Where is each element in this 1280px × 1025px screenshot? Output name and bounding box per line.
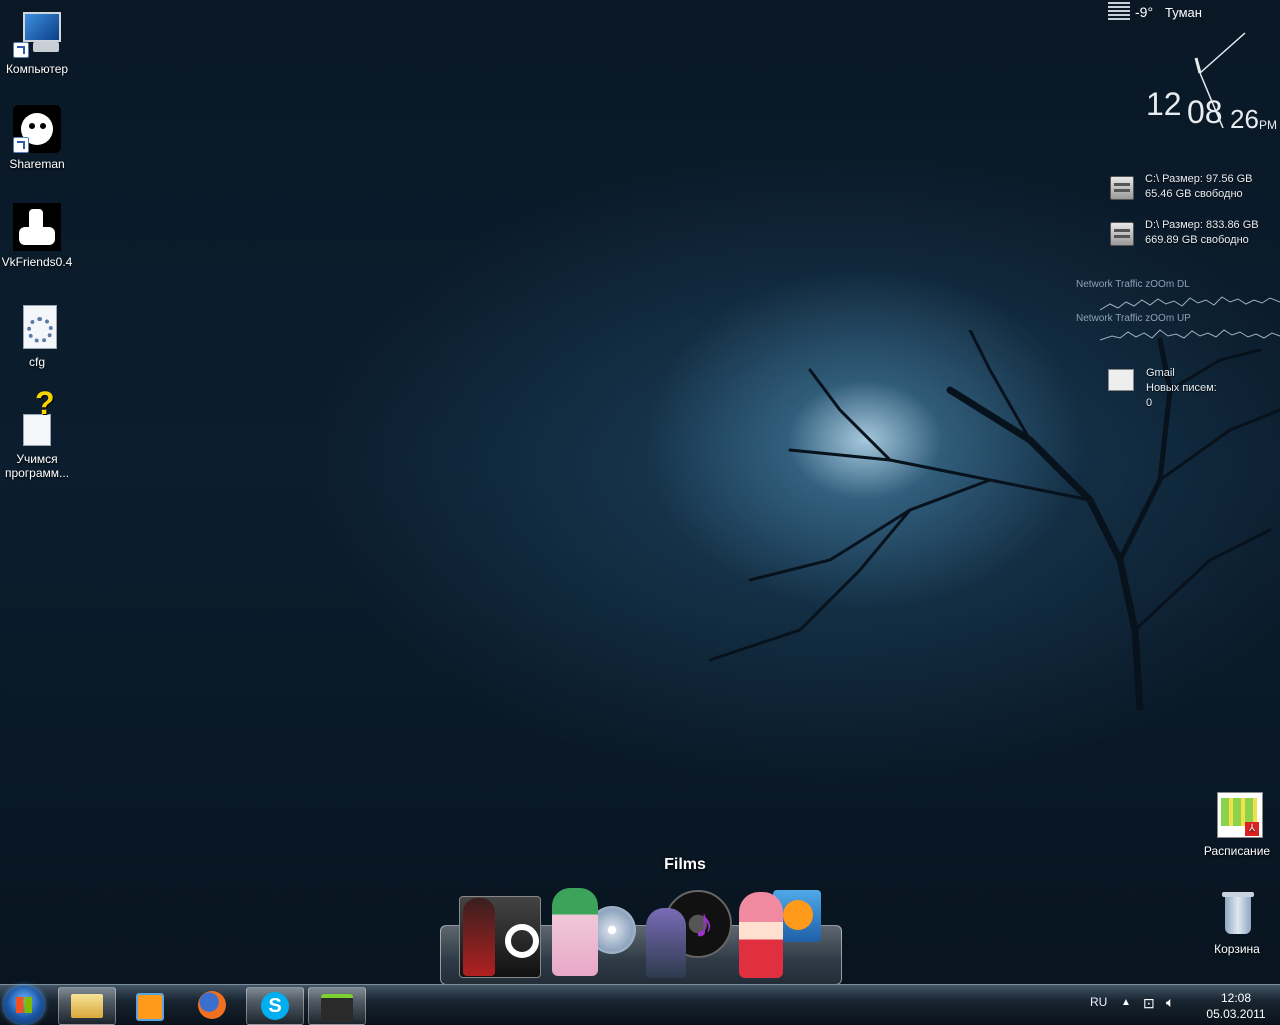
gmail-label: Новых писем: — [1146, 382, 1217, 394]
media-player-icon — [136, 993, 164, 1021]
desktop-icon-label: Расписание — [1203, 844, 1271, 858]
shareman-icon — [13, 105, 61, 153]
clock-gadget[interactable]: 12 08 26 PM — [1140, 28, 1280, 138]
desktop-icon-label: Учимся программ... — [4, 452, 70, 480]
tray-time: 12:08 — [1220, 991, 1252, 1005]
computer-icon — [13, 10, 61, 58]
desktop-icon-help-file[interactable]: ? Учимся программ... — [0, 387, 74, 480]
skype-icon: S — [261, 992, 289, 1020]
desktop-icon-computer[interactable]: Компьютер — [0, 10, 74, 76]
start-button[interactable] — [4, 986, 44, 1024]
drive-d-size: D:\ Размер: 833.86 GB — [1145, 219, 1259, 231]
gmail-count: 0 — [1146, 397, 1153, 409]
desktop-icon-label: Shareman — [9, 157, 65, 171]
dock-item-music-player[interactable]: ♪ — [642, 888, 732, 980]
desktop-icon-label: Корзина — [1214, 942, 1260, 956]
drive-c-free: 65.46 GB свободно — [1145, 188, 1243, 200]
desktop-icon-label: VkFriends0.4 — [1, 255, 73, 269]
desktop-icon-label: cfg — [28, 355, 45, 369]
firefox-icon — [198, 991, 226, 1019]
drive-d-free: 669.89 GB свободно — [1145, 234, 1249, 246]
hard-drive-icon — [1110, 176, 1134, 200]
dock-item-steam[interactable] — [455, 888, 545, 980]
volume-icon[interactable]: 🔈︎ — [1166, 994, 1174, 1011]
dock-item-video-player[interactable] — [735, 888, 825, 980]
vkfriends-icon — [13, 203, 61, 251]
config-file-icon — [13, 303, 61, 351]
tray-date: 05.03.2011 — [1206, 1007, 1266, 1021]
clock-ampm: PM — [1259, 118, 1277, 132]
taskbar-item-skype[interactable]: S — [246, 987, 304, 1025]
desktop-icon-vkfriends[interactable]: VkFriends0.4 — [0, 203, 74, 269]
clock-minutes: 08 — [1187, 94, 1223, 130]
weather-condition: Туман — [1165, 5, 1202, 20]
language-indicator[interactable]: RU — [1090, 995, 1107, 1009]
help-file-icon: ? — [13, 387, 61, 448]
taskbar: S RU ▲ ⊡ 🔈︎ 12:08 05.03.2011 — [0, 984, 1280, 1025]
desktop-icon-schedule[interactable]: ⅄ Расписание — [1199, 792, 1275, 858]
envelope-icon — [1108, 369, 1134, 391]
windows-logo-icon — [16, 997, 32, 1013]
network-dl-label: Network Traffic zOOm DL — [1076, 279, 1190, 290]
qip-icon — [321, 994, 353, 1022]
windows-explorer-icon — [71, 994, 103, 1018]
desktop-icon-label: Компьютер — [5, 62, 69, 76]
fog-icon — [1108, 2, 1130, 20]
drive-c-size: C:\ Размер: 97.56 GB — [1145, 173, 1253, 185]
recycle-bin-icon — [1213, 890, 1261, 938]
tray-clock[interactable]: 12:08 05.03.2011 — [1196, 990, 1276, 1022]
gmail-title: Gmail — [1146, 367, 1175, 379]
show-hidden-icons-icon[interactable]: ▲ — [1121, 997, 1131, 1008]
taskbar-item-qip[interactable] — [308, 987, 366, 1025]
dock-item-dvd-player[interactable] — [548, 888, 638, 980]
network-up-graph — [1100, 329, 1280, 341]
taskbar-item-explorer[interactable] — [58, 987, 116, 1025]
network-icon[interactable]: ⊡ — [1143, 995, 1155, 1012]
clock-seconds: 26 — [1230, 104, 1259, 134]
desktop-icon-shareman[interactable]: Shareman — [0, 105, 74, 171]
weather-temperature: -9° — [1135, 4, 1154, 20]
taskbar-item-firefox[interactable] — [184, 987, 240, 1023]
weather-gadget[interactable]: -9° Туман — [1108, 2, 1202, 20]
taskbar-item-media-player[interactable] — [120, 987, 176, 1023]
clock-hours: 12 — [1146, 86, 1182, 122]
pdf-schedule-icon: ⅄ — [1213, 792, 1263, 840]
hard-drive-icon — [1110, 222, 1134, 246]
dock-title: Films — [664, 856, 706, 873]
desktop-icon-recycle-bin[interactable]: Корзина — [1199, 890, 1275, 956]
desktop-icon-cfg[interactable]: cfg — [0, 303, 74, 369]
